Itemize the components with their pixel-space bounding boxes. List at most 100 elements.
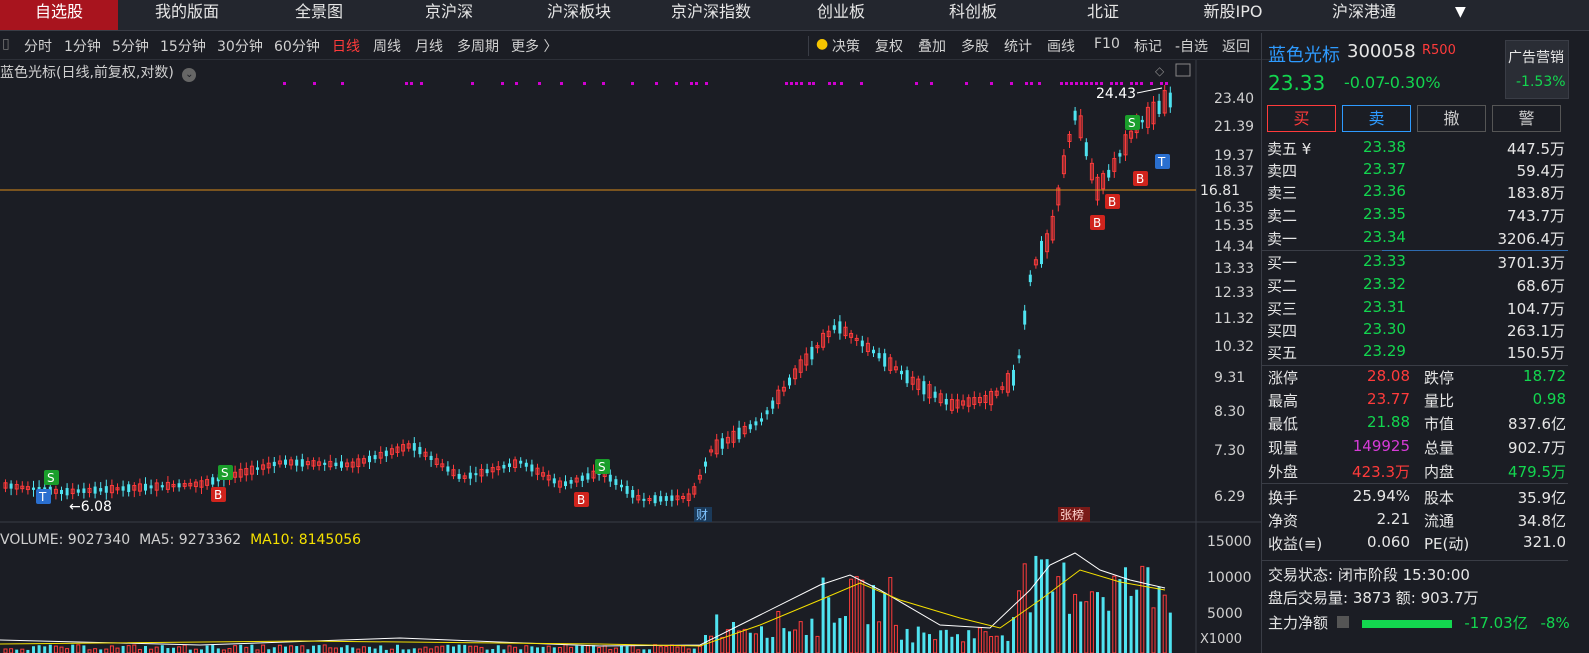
volume-bar <box>473 645 478 653</box>
candle-body <box>1140 119 1144 123</box>
candle-body <box>1073 110 1077 121</box>
zhangbang-marker[interactable]: 张榜 <box>1060 507 1084 522</box>
volume-bar <box>507 645 512 653</box>
signal-dot <box>1065 82 1068 85</box>
bid-row[interactable]: 买四 23.30 263.1万 <box>1267 320 1565 342</box>
volume-bar <box>15 649 19 653</box>
markers-layer: STSB BSBBSBT <box>36 82 1170 507</box>
low-label: ←6.08 <box>69 499 112 515</box>
diamond-icon[interactable]: ◇ <box>1155 64 1165 78</box>
volume-bar <box>905 628 909 653</box>
volume-bar <box>20 648 25 653</box>
volume-bar <box>277 644 282 653</box>
volume-bar <box>519 649 523 653</box>
volume-bar <box>620 645 623 653</box>
y-tick-label: 6.29 <box>1214 489 1245 505</box>
signal-dot <box>655 82 658 85</box>
volume-bar <box>815 635 820 653</box>
y-tick-label: 10.32 <box>1214 339 1254 355</box>
volume-bar <box>188 649 192 653</box>
stat-value: 423.3万 <box>1352 463 1410 481</box>
signal-dot <box>1090 82 1093 85</box>
volume-bar <box>389 648 394 653</box>
ask-row[interactable]: 卖三 23.36 183.8万 <box>1267 182 1565 204</box>
signal-dot <box>1010 82 1013 85</box>
ask-row[interactable]: 卖二 23.35 743.7万 <box>1267 205 1565 227</box>
volume-bar <box>166 648 170 653</box>
volume-bar <box>37 645 41 653</box>
ask-row[interactable]: 卖一 23.34 3206.4万 <box>1267 228 1565 250</box>
volume-bar <box>854 576 859 653</box>
fundamental-row: 股本 35.9亿 <box>1424 487 1566 509</box>
sector-name: 广告营销 <box>1508 50 1564 66</box>
candle-body <box>323 462 327 465</box>
volume-bar <box>625 646 629 653</box>
order-level-label: 买二 <box>1267 277 1298 295</box>
volume-ma10: MA10: 8145056 <box>250 532 362 548</box>
candle-body <box>569 480 573 484</box>
ask-row[interactable]: 卖五 ¥ 23.38 447.5万 <box>1267 138 1565 160</box>
signal-dot <box>800 82 803 85</box>
buy-button[interactable]: 买 <box>1267 105 1336 132</box>
volume-bar <box>1056 576 1061 653</box>
y-tick-label: 8.30 <box>1214 404 1245 420</box>
volume-bar <box>284 646 287 653</box>
list-icon[interactable] <box>1336 616 1349 628</box>
order-price: 23.33 <box>1363 252 1406 270</box>
volume-axis-ticks: 15000 10000 5000 <box>1207 534 1252 622</box>
order-price: 23.31 <box>1363 298 1406 316</box>
volume-bar <box>1157 587 1161 653</box>
volume-bar <box>76 644 81 653</box>
bid-row[interactable]: 买一 23.33 3701.3万 <box>1267 252 1565 274</box>
signal-dot <box>795 82 798 85</box>
volume-bar <box>9 648 14 653</box>
candle-body <box>160 485 164 488</box>
sector-change: -1.53% <box>1516 74 1566 90</box>
volume-bar <box>866 624 870 653</box>
volume-bar <box>821 577 825 653</box>
candle-body <box>1157 100 1161 115</box>
stat-value: 23.77 <box>1367 390 1410 408</box>
nav-tab-connect[interactable]: 沪深港通 <box>1305 0 1423 30</box>
candle-body <box>872 349 875 354</box>
sell-button[interactable]: 卖 <box>1342 105 1411 132</box>
volume-bar <box>804 634 808 653</box>
candle-body <box>82 488 86 493</box>
candle-body <box>625 485 629 494</box>
sector-card[interactable]: 广告营销 -1.53% <box>1505 40 1569 99</box>
ma5-line <box>0 552 1166 647</box>
volume-bar <box>356 648 361 653</box>
candle-body <box>149 485 153 489</box>
y-tick-label: 23.40 <box>1214 91 1254 107</box>
order-volume: 3206.4万 <box>1497 230 1566 248</box>
signal-dot <box>560 82 563 85</box>
alert-button[interactable]: 警 <box>1492 105 1561 132</box>
stat-label: 现量 <box>1268 439 1299 457</box>
expand-icon[interactable] <box>1175 63 1191 77</box>
stat-value: 18.72 <box>1523 367 1566 385</box>
bid-row[interactable]: 买三 23.31 104.7万 <box>1267 298 1565 320</box>
volume-bar <box>216 648 220 653</box>
order-volume: 3701.3万 <box>1497 254 1566 272</box>
cancel-button[interactable]: 撤 <box>1417 105 1486 132</box>
fundamental-label: 净资 <box>1268 512 1299 530</box>
volume-bar <box>172 647 175 653</box>
signal-dot <box>602 82 605 85</box>
volume-bar <box>3 648 8 653</box>
bid-row[interactable]: 买二 23.32 68.6万 <box>1267 275 1565 297</box>
r500-badge: R500 <box>1422 43 1456 58</box>
signal-dot <box>538 82 541 85</box>
candle-body <box>1107 169 1111 178</box>
candle-body <box>564 481 567 487</box>
nav-dropdown-icon[interactable]: ▼ <box>1455 4 1466 20</box>
volume-bar <box>732 621 735 653</box>
stat-row: 现量 149925 <box>1268 437 1410 459</box>
volume-bar <box>1045 559 1049 653</box>
bid-row[interactable]: 买五 23.29 150.5万 <box>1267 342 1565 364</box>
ask-row[interactable]: 卖四 23.37 59.4万 <box>1267 160 1565 182</box>
main-flow-row: 主力净额 -17.03亿 -8% <box>1268 612 1570 633</box>
cai-marker[interactable]: 财 <box>696 508 708 522</box>
candle-body <box>922 381 926 395</box>
y-tick-label: 21.39 <box>1214 119 1254 135</box>
volume-bar <box>541 646 545 653</box>
